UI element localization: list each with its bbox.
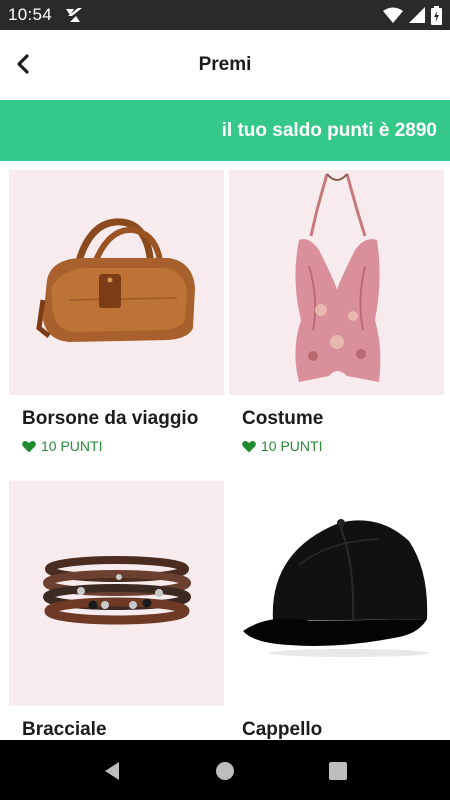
rewards-grid: Borsone da viaggio 10 PUNTI Costume 10 P…	[0, 161, 450, 740]
reward-name: Costume	[242, 408, 324, 429]
recents-square-icon[interactable]	[327, 760, 349, 782]
travel-bag-image	[9, 170, 224, 395]
reward-points-label: 10 PUNTI	[41, 438, 103, 454]
back-triangle-icon[interactable]	[101, 760, 123, 782]
heart-icon	[242, 440, 256, 452]
reward-card[interactable]: Costume 10 PUNTI	[229, 170, 444, 470]
reward-points: 10 PUNTI	[242, 438, 322, 454]
notification-icon	[66, 8, 82, 22]
reward-name: Borsone da viaggio	[22, 408, 199, 429]
cap-image	[229, 481, 444, 706]
signal-icon	[409, 7, 425, 23]
reward-card[interactable]: Bracciale	[9, 481, 224, 740]
status-bar: 10:54	[0, 0, 450, 30]
swimsuit-image	[229, 170, 444, 395]
reward-points-label: 10 PUNTI	[261, 438, 323, 454]
reward-name: Bracciale	[22, 719, 107, 740]
page-title: Premi	[198, 54, 252, 75]
battery-icon	[431, 5, 442, 25]
points-balance: il tuo saldo punti è 2890	[221, 120, 437, 141]
reward-card[interactable]: Cappello	[229, 481, 444, 740]
reward-points: 10 PUNTI	[22, 438, 102, 454]
app-bar: Premi	[0, 30, 450, 100]
balance-banner: il tuo saldo punti è 2890	[0, 100, 450, 161]
status-icons	[383, 5, 442, 25]
system-nav-bar	[0, 740, 450, 800]
status-time: 10:54	[8, 5, 53, 24]
reward-card[interactable]: Borsone da viaggio 10 PUNTI	[9, 170, 224, 470]
reward-name: Cappello	[242, 719, 323, 740]
home-circle-icon[interactable]	[214, 760, 236, 782]
wifi-icon	[383, 7, 403, 23]
heart-icon	[22, 440, 36, 452]
bracelet-image	[9, 481, 224, 706]
